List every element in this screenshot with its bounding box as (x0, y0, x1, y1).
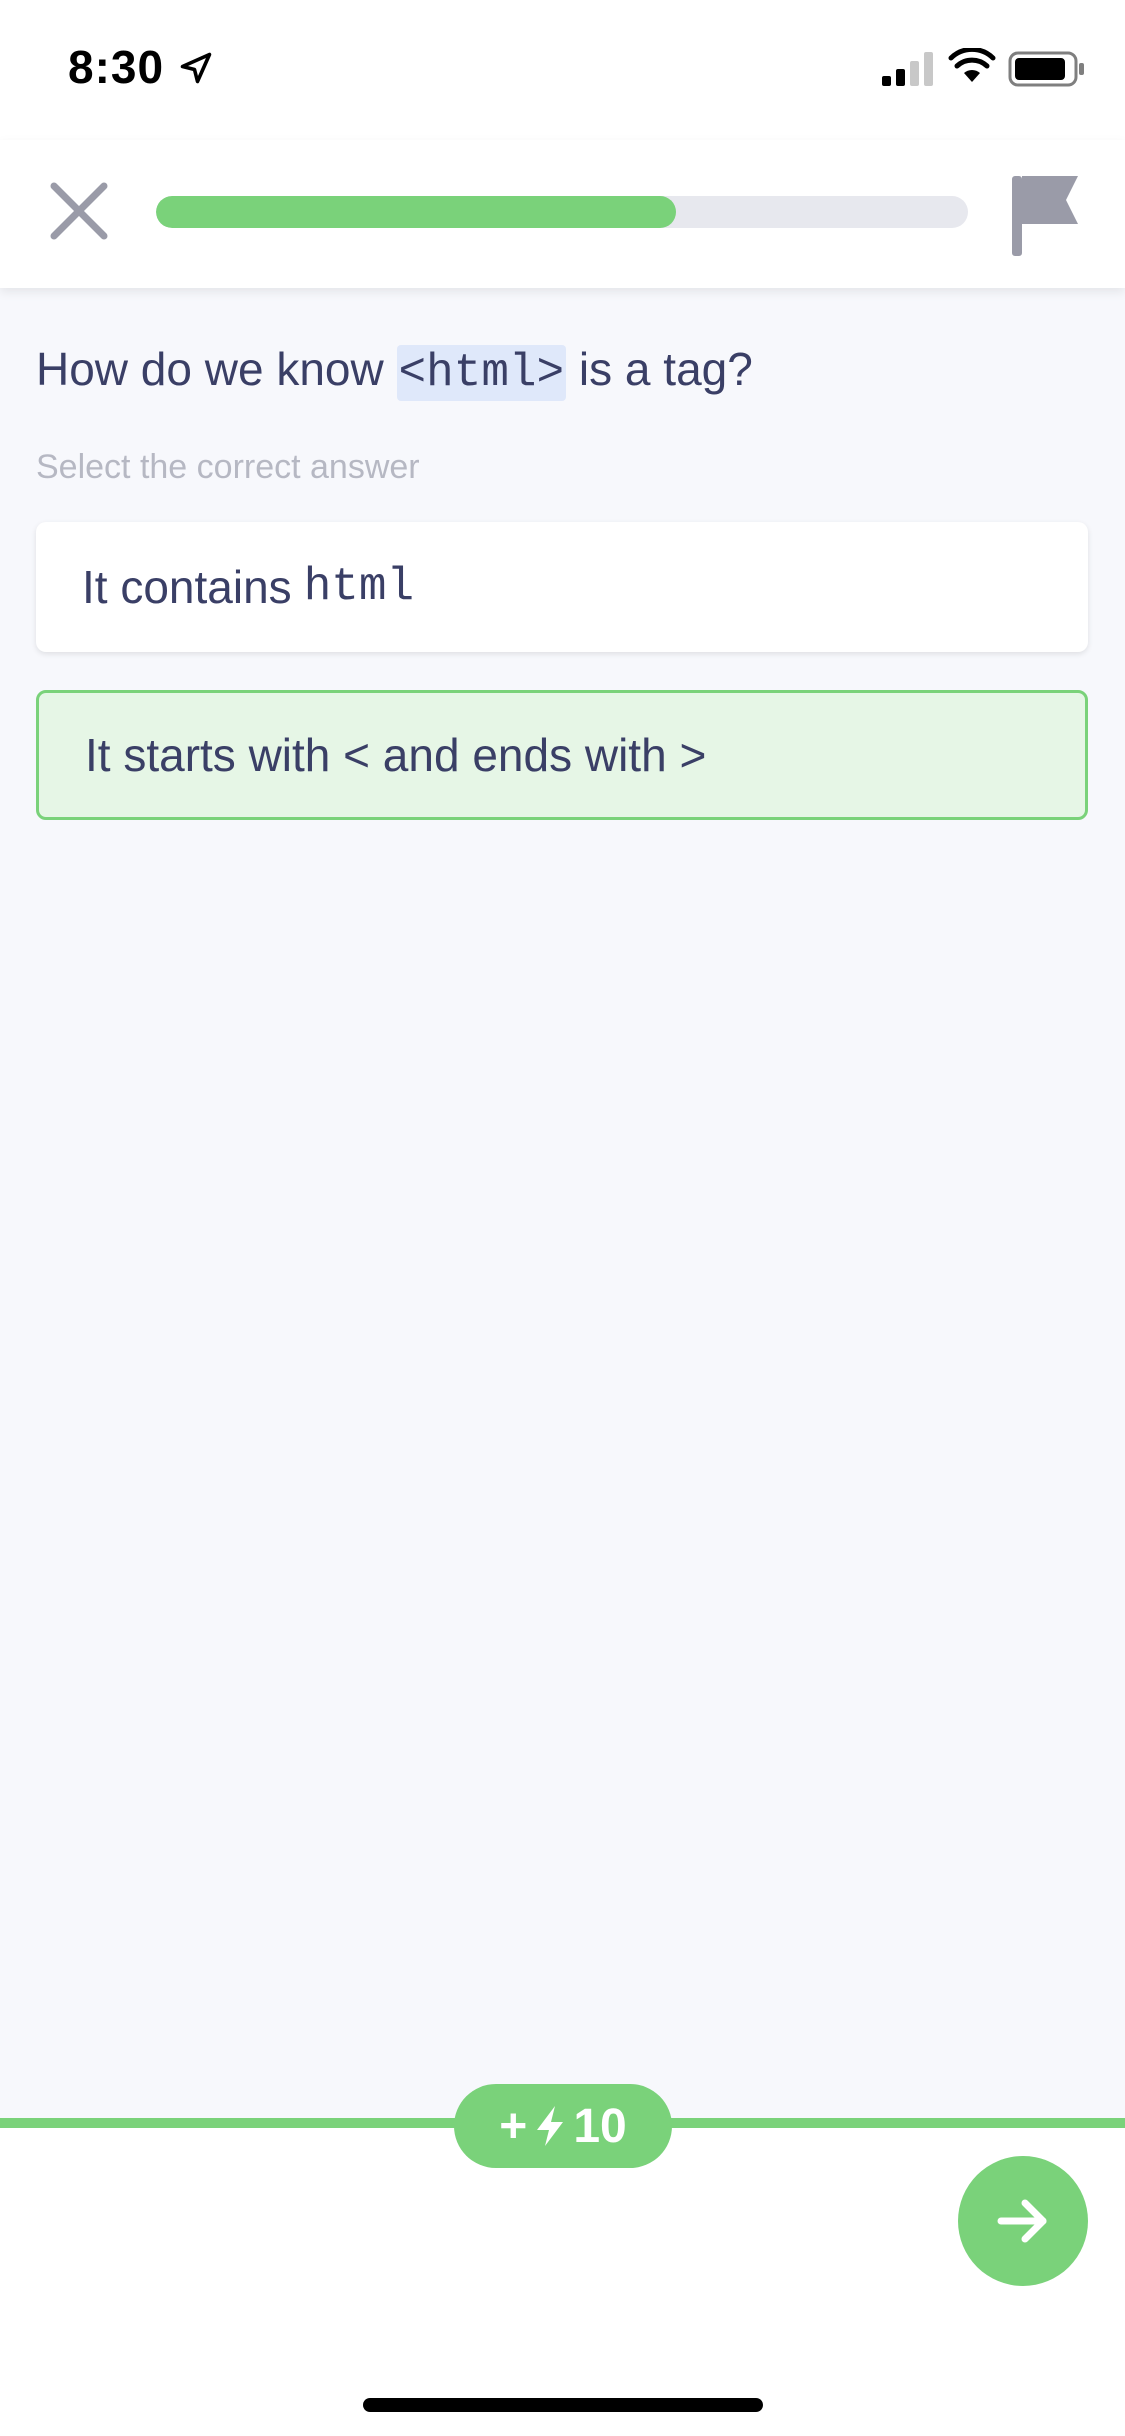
report-flag-icon[interactable] (1008, 170, 1088, 260)
bottom-bar (0, 2128, 1125, 2436)
answer-option-2-selected[interactable]: It starts with < and ends with > (36, 690, 1088, 820)
xp-plus: + (499, 2099, 528, 2153)
lightning-icon (537, 2106, 564, 2146)
lesson-progress-fill (156, 196, 676, 228)
arrow-right-icon (997, 2199, 1047, 2243)
xp-reward-badge: + 10 (454, 2084, 672, 2168)
wifi-icon (948, 48, 996, 82)
battery-icon (1008, 51, 1084, 87)
question-code: <html> (396, 345, 567, 401)
location-arrow-icon (180, 52, 212, 84)
question-prefix: How do we know (36, 343, 397, 395)
answer-option-1[interactable]: It contains html (36, 522, 1088, 652)
lesson-header (0, 140, 1125, 288)
question-text: How do we know <html> is a tag? (36, 334, 1096, 408)
xp-amount: 10 (573, 2099, 627, 2153)
answer-option-text: It contains (82, 561, 292, 613)
home-indicator[interactable] (363, 2398, 763, 2412)
status-time: 8:30 (68, 41, 165, 93)
answer-option-text: It starts with < and ends with > (85, 729, 707, 781)
lesson-progress-bar (156, 196, 968, 228)
answer-option-code: html (303, 561, 415, 613)
question-suffix: is a tag? (566, 343, 753, 395)
instruction-text: Select the correct answer (36, 448, 420, 486)
continue-button[interactable] (958, 2156, 1088, 2286)
status-bar: 8:30 (0, 0, 1125, 140)
close-icon[interactable] (44, 176, 114, 246)
cellular-signal-icon (882, 52, 933, 86)
